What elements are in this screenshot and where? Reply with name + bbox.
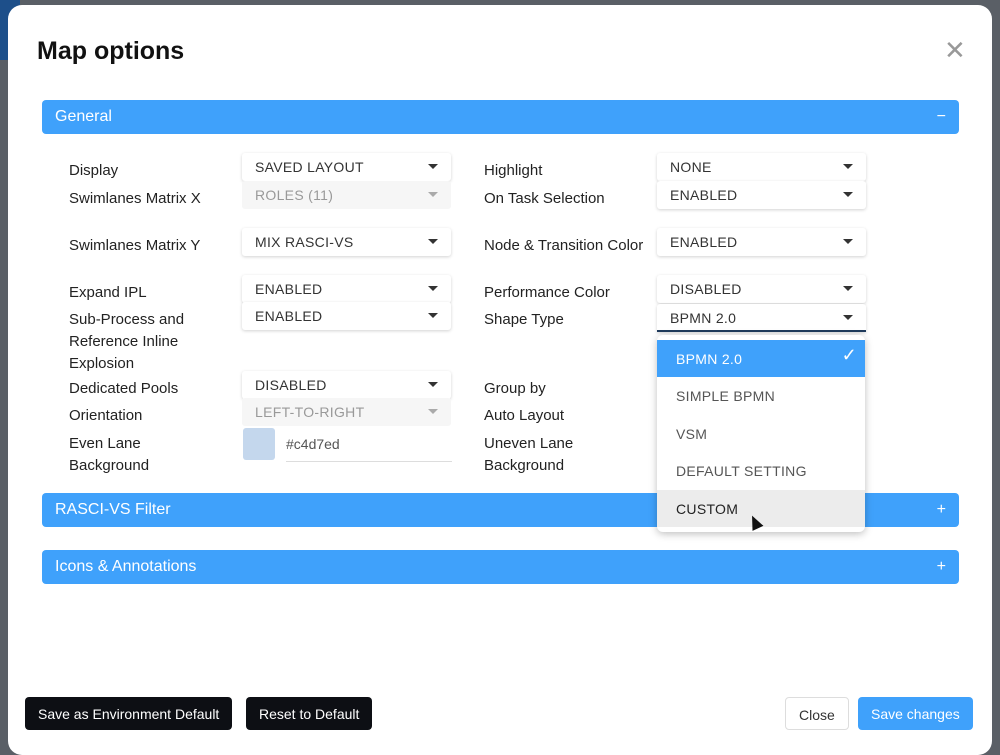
select-dedicated-pools[interactable]: DISABLED [242, 371, 451, 399]
option-label: BPMN 2.0 [676, 351, 743, 367]
select-value: ENABLED [255, 308, 323, 324]
select-value: DISABLED [255, 377, 327, 393]
expand-icon[interactable]: + [937, 501, 946, 519]
caret-down-icon [428, 382, 438, 387]
select-value: BPMN 2.0 [670, 310, 737, 326]
select-expand-ipl[interactable]: ENABLED [242, 275, 451, 303]
option-simple-bpmn[interactable]: SIMPLE BPMN [657, 377, 865, 414]
label-display: Display [69, 162, 119, 179]
select-swimlanes-matrix-y[interactable]: MIX RASCI-VS [242, 228, 451, 256]
label-shape-type: Shape Type [484, 311, 564, 328]
select-shape-type[interactable]: BPMN 2.0 [657, 304, 866, 332]
label-sub-process-and-reference-inline-explosion: Sub-Process and Reference Inline Explosi… [69, 311, 185, 372]
label-dedicated-pools: Dedicated Pools [69, 380, 179, 397]
label-expand-ipl: Expand IPL [69, 284, 147, 301]
label-performance-color: Performance Color [484, 284, 610, 301]
select-value: MIX RASCI-VS [255, 234, 354, 250]
caret-down-icon [428, 409, 438, 414]
even-lane-color-input[interactable]: #c4d7ed [286, 430, 452, 462]
section-general[interactable]: General − [42, 100, 959, 134]
select-value: ROLES (11) [255, 187, 334, 203]
caret-down-icon [428, 313, 438, 318]
label-uneven-lane-background: Uneven Lane Background [484, 435, 574, 474]
select-orientation: LEFT-TO-RIGHT [242, 398, 451, 426]
check-icon: ✓ [841, 345, 857, 365]
select-node-transition-color[interactable]: ENABLED [657, 228, 866, 256]
select-value: ENABLED [670, 234, 738, 250]
select-on-task-selection[interactable]: ENABLED [657, 181, 866, 209]
caret-down-icon [428, 164, 438, 169]
reset-to-default-button[interactable]: Reset to Default [246, 697, 373, 730]
caret-down-icon [843, 164, 853, 169]
label-orientation: Orientation [69, 407, 143, 424]
close-button[interactable]: Close [785, 697, 849, 730]
label-group-by: Group by [484, 380, 546, 397]
section-label: General [55, 108, 112, 125]
map-options-modal: Map options ✕ General − Display SAVED LAY… [8, 5, 992, 755]
section-label: RASCI-VS Filter [55, 501, 171, 518]
select-display[interactable]: SAVED LAYOUT [242, 153, 451, 181]
modal-title: Map options [37, 37, 185, 65]
save-environment-default-button[interactable]: Save as Environment Default [25, 697, 233, 730]
caret-down-icon [428, 239, 438, 244]
label-highlight: Highlight [484, 162, 543, 179]
collapse-icon[interactable]: − [937, 108, 946, 126]
shape-type-dropdown-menu: BPMN 2.0 ✓ SIMPLE BPMN VSM DEFAULT SETTIN… [657, 335, 865, 532]
section-label: Icons & Annotations [55, 558, 197, 575]
select-value: NONE [670, 159, 712, 175]
expand-icon[interactable]: + [937, 558, 946, 576]
label-even-lane-background: Even Lane Background [69, 435, 150, 474]
caret-down-icon [843, 239, 853, 244]
label-node-transition-color: Node & Transition Color [484, 237, 644, 254]
select-swimlanes-matrix-x: ROLES (11) [242, 181, 451, 209]
option-default-setting[interactable]: DEFAULT SETTING [657, 452, 865, 489]
option-bpmn-2[interactable]: BPMN 2.0 ✓ [657, 340, 865, 378]
select-performance-color[interactable]: DISABLED [657, 275, 866, 303]
caret-down-icon [428, 286, 438, 291]
save-changes-button[interactable]: Save changes [858, 697, 973, 730]
caret-down-icon [843, 315, 853, 320]
label-swimlanes-matrix-y: Swimlanes Matrix Y [69, 237, 201, 254]
label-swimlanes-matrix-x: Swimlanes Matrix X [69, 190, 201, 207]
select-highlight[interactable]: NONE [657, 153, 866, 181]
caret-down-icon [428, 192, 438, 197]
caret-down-icon [843, 286, 853, 291]
section-icons-annotations[interactable]: Icons & Annotations + [42, 550, 959, 584]
select-value: LEFT-TO-RIGHT [255, 404, 365, 420]
select-value: DISABLED [670, 281, 742, 297]
select-sub-process-and-reference-inline-explosion[interactable]: ENABLED [242, 302, 451, 330]
option-vsm[interactable]: VSM [657, 415, 865, 452]
select-value: ENABLED [670, 187, 738, 203]
label-on-task-selection: On Task Selection [484, 190, 605, 207]
close-icon[interactable]: ✕ [944, 35, 966, 66]
label-auto-layout: Auto Layout [484, 407, 565, 424]
select-value: ENABLED [255, 281, 323, 297]
caret-down-icon [843, 192, 853, 197]
select-value: SAVED LAYOUT [255, 159, 364, 175]
even-lane-color-swatch[interactable] [243, 428, 275, 460]
